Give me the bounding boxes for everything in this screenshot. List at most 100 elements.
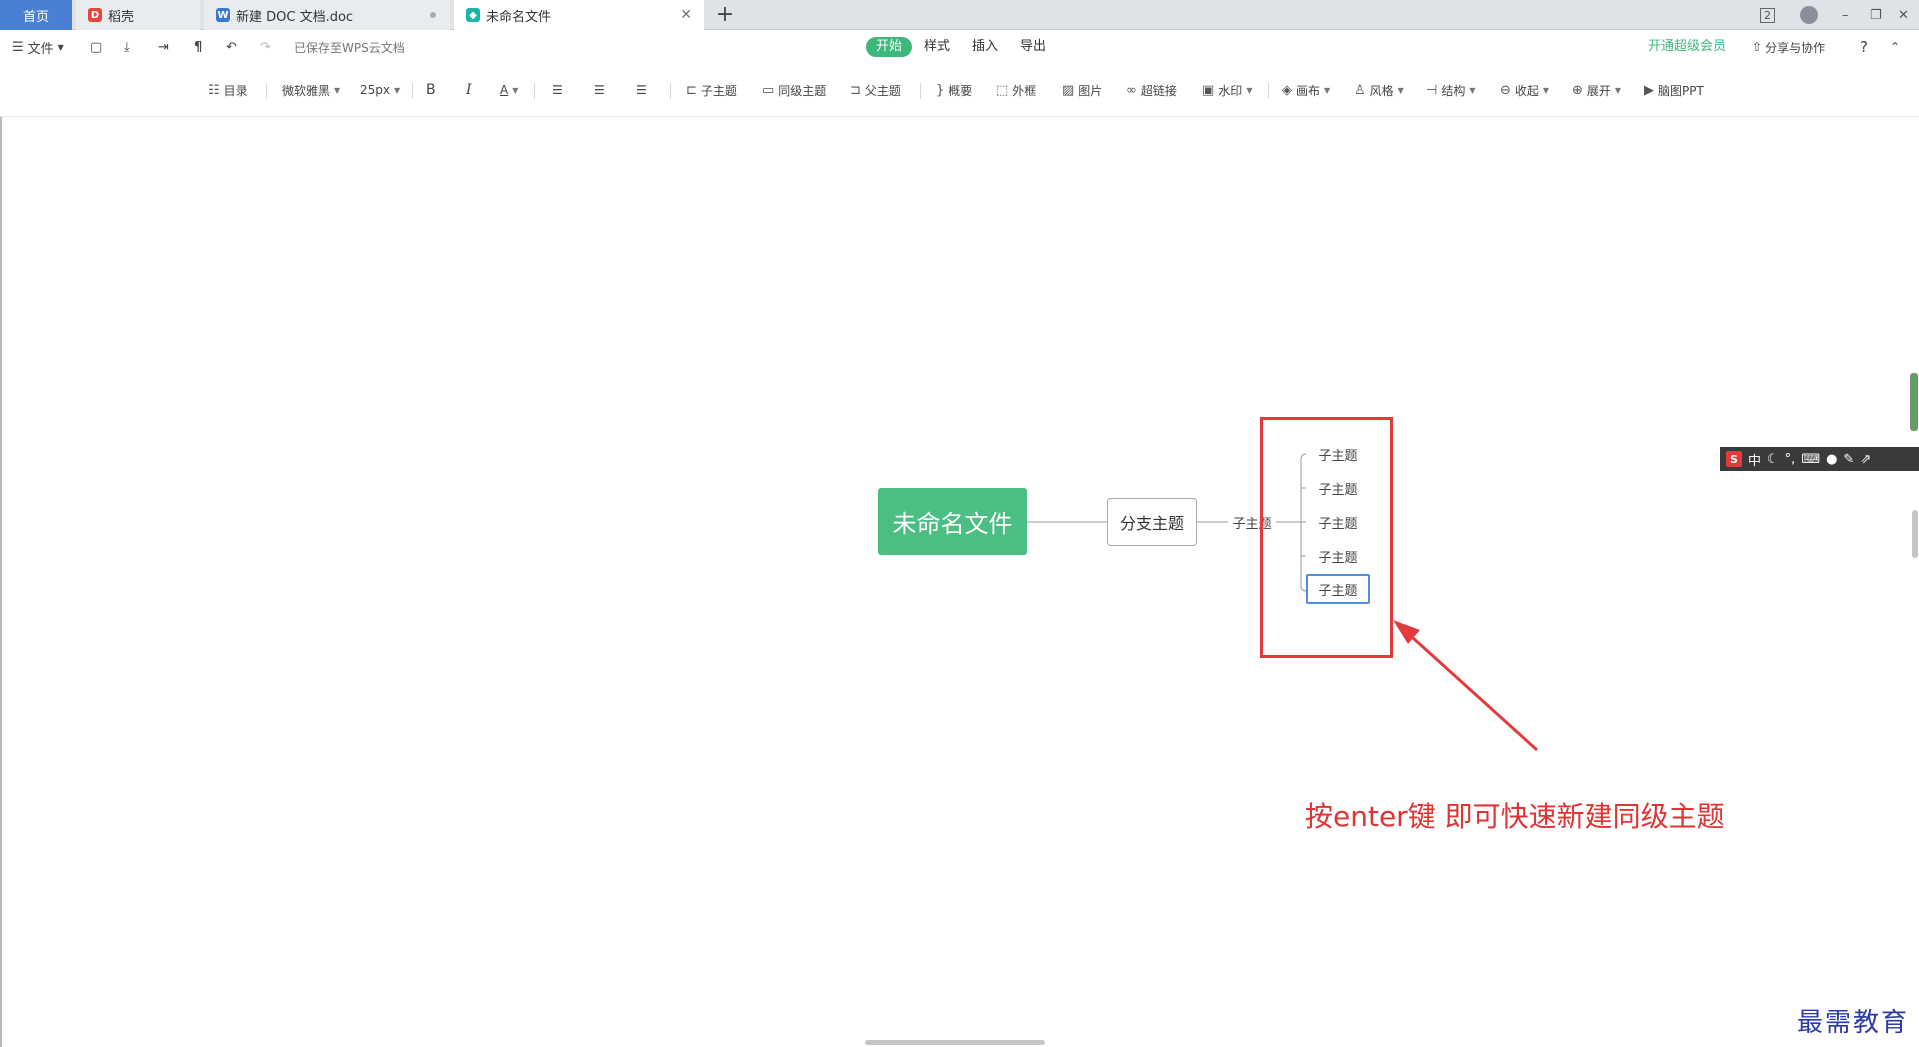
moon-icon[interactable]: ☾ [1767, 452, 1779, 467]
font-size-value: 25px [360, 83, 390, 97]
punctuation-icon[interactable]: °, [1785, 452, 1796, 467]
unsaved-dot-icon [430, 12, 436, 18]
collapse-ribbon-icon[interactable]: ⌃ [1890, 31, 1900, 63]
save-icon[interactable]: ▢ [90, 31, 102, 63]
image-button[interactable]: ▨ 图片 [1062, 80, 1102, 100]
user-icon[interactable]: ● [1826, 452, 1837, 467]
child-topic-label: 子主题 [700, 83, 737, 98]
chevron-down-icon: ▼ [1542, 85, 1550, 95]
tab-daoke[interactable]: D 稻壳 [76, 0, 200, 30]
font-family-select[interactable]: 微软雅黑 ▼ [282, 80, 340, 100]
collapse-button[interactable]: ⊖ 收起 ▼ [1500, 80, 1549, 100]
tab-mindmap-label: 未命名文件 [486, 9, 552, 25]
sibling-topic-label: 同级主题 [778, 83, 827, 98]
saved-status: 已保存至WPS云文档 [294, 40, 405, 55]
annotation-text: 按enter键 即可快速新建同级主题 [1305, 800, 1725, 833]
tab-home[interactable]: 首页 [0, 0, 72, 30]
root-topic[interactable]: 未命名文件 [878, 488, 1027, 555]
close-window-button[interactable]: ✕ [1898, 0, 1909, 30]
ime-toolbar[interactable]: S 中 ☾ °, ⌨ ● ✎ ⇗ [1720, 447, 1919, 471]
canvas-label: 画布 [1296, 83, 1321, 98]
restore-button[interactable]: ❐ [1870, 0, 1882, 30]
font-size-select[interactable]: 25px ▼ [360, 80, 400, 100]
collapse-label: 收起 [1514, 83, 1539, 98]
side-scroll-indicator[interactable] [1910, 373, 1918, 431]
child-topic-button[interactable]: ⊏ 子主题 [686, 80, 737, 100]
align-left-icon[interactable]: ☰ [552, 80, 563, 100]
close-tab-icon[interactable]: ✕ [680, 7, 692, 23]
expand-button[interactable]: ⊕ 展开 ▼ [1572, 80, 1621, 100]
tab-mindmap[interactable]: ◆ 未命名文件 ✕ [454, 0, 704, 30]
chevron-down-icon: ▼ [1614, 85, 1622, 95]
expand-icon[interactable]: ⇗ [1860, 452, 1871, 467]
frame-button[interactable]: ⬚ 外框 [996, 80, 1036, 100]
mindmap-icon: ◆ [466, 8, 480, 22]
wrench-icon[interactable]: ✎ [1843, 452, 1854, 467]
align-center-icon[interactable]: ☰ [594, 80, 605, 100]
font-color-button[interactable]: A ▼ [500, 80, 518, 100]
vip-link[interactable]: 开通超级会员 [1648, 31, 1726, 63]
help-button[interactable]: ? [1860, 31, 1868, 63]
structure-icon: ⊣ [1426, 82, 1438, 98]
hyperlink-button[interactable]: ∞ 超链接 [1126, 80, 1177, 100]
minimize-button[interactable]: – [1842, 0, 1849, 30]
file-menu-label: 文件 [27, 41, 54, 57]
sibling-topic-button[interactable]: ▭ 同级主题 [762, 80, 826, 100]
file-menu[interactable]: ☰ 文件 ▼ [12, 31, 64, 63]
watermark-button[interactable]: ▣ 水印 ▼ [1202, 80, 1252, 100]
mindmap-ppt-label: 脑图PPT [1658, 83, 1704, 98]
tab-start[interactable]: 开始 [866, 37, 913, 57]
watermark-icon: ▣ [1202, 82, 1215, 98]
keyboard-icon[interactable]: ⌨ [1801, 452, 1820, 467]
canvas-button[interactable]: ◈ 画布 ▼ [1282, 80, 1330, 100]
frame-icon: ⬚ [996, 82, 1009, 98]
format-painter-icon[interactable]: ¶ [194, 31, 202, 63]
parent-topic-label: 父主题 [864, 83, 901, 98]
ribbon-bar: ☰ 文件 ▼ ▢ ⤓ ⇥ ¶ ↶ ↷ 已保存至WPS云文档 开始 样式 插入 导… [0, 31, 1919, 63]
mindmap-ppt-button[interactable]: ▶ 脑图PPT [1644, 80, 1704, 100]
expand-label: 展开 [1586, 83, 1611, 98]
hyperlink-label: 超链接 [1140, 83, 1177, 98]
share-button[interactable]: ⇧ 分享与协作 [1752, 31, 1825, 63]
chevron-down-icon: ▼ [1324, 85, 1331, 95]
sogou-logo-icon: S [1726, 451, 1742, 467]
paint-bucket-icon: ◈ [1282, 82, 1292, 98]
summary-label: 概要 [948, 83, 973, 98]
new-tab-button[interactable]: + [712, 2, 738, 28]
export-icon[interactable]: ⇥ [158, 31, 169, 63]
outline-button[interactable]: ☷ 目录 [208, 80, 248, 100]
font-color-label: A [500, 83, 509, 97]
vertical-scrollbar[interactable] [1912, 510, 1918, 558]
mindmap-canvas[interactable] [0, 117, 1919, 1047]
italic-button[interactable]: I [466, 80, 472, 100]
tab-doc[interactable]: W 新建 DOC 文档.doc [204, 0, 450, 30]
tab-insert[interactable]: 插入 [962, 37, 1008, 57]
image-icon: ▨ [1062, 82, 1075, 98]
tab-home-label: 首页 [22, 9, 49, 25]
bold-button[interactable]: B [426, 80, 436, 100]
undo-icon[interactable]: ↶ [226, 31, 237, 63]
brand-watermark: 最需教育 [1797, 1008, 1910, 1038]
branch-topic[interactable]: 分支主题 [1107, 498, 1197, 546]
structure-button[interactable]: ⊣ 结构 ▼ [1426, 80, 1476, 100]
window-count-badge[interactable]: 2 [1760, 0, 1775, 30]
tab-export[interactable]: 导出 [1010, 37, 1056, 57]
summary-button[interactable]: } 概要 [936, 80, 972, 100]
align-right-icon[interactable]: ☰ [636, 80, 647, 100]
style-button[interactable]: ♙ 风格 ▼ [1354, 80, 1404, 100]
tab-style[interactable]: 样式 [914, 37, 960, 57]
tab-daoke-label: 稻壳 [108, 9, 135, 25]
structure-label: 结构 [1441, 83, 1466, 98]
style-label: 风格 [1369, 83, 1394, 98]
redo-icon[interactable]: ↷ [260, 31, 271, 63]
plus-circle-icon: ⊕ [1572, 82, 1583, 98]
share-label: 分享与协作 [1765, 40, 1826, 55]
outline-label: 目录 [223, 83, 248, 98]
ime-mode[interactable]: 中 [1748, 450, 1761, 469]
horizontal-scrollbar[interactable] [865, 1040, 1045, 1045]
avatar[interactable] [1800, 0, 1818, 30]
parent-topic-button[interactable]: ⊐ 父主题 [850, 80, 901, 100]
download-icon[interactable]: ⤓ [124, 31, 130, 63]
font-family-value: 微软雅黑 [282, 83, 331, 98]
chevron-down-icon: ▼ [1397, 85, 1404, 95]
